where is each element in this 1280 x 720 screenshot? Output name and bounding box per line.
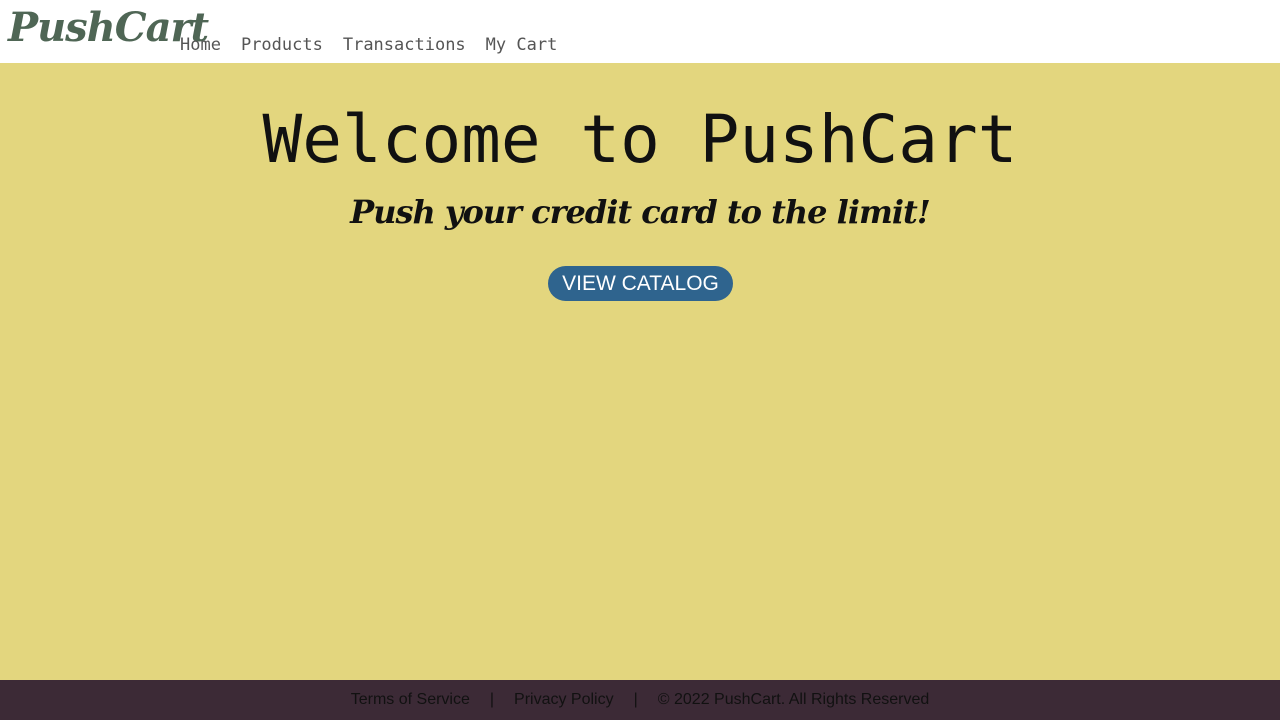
hero-section: Welcome to PushCart Push your credit car… [0, 63, 1280, 680]
copyright-text: © 2022 PushCart. All Rights Reserved [657, 691, 930, 708]
hero-title: Welcome to PushCart [262, 101, 1018, 178]
footer-separator: | [489, 691, 495, 708]
nav-transactions-link[interactable]: Transactions [343, 32, 466, 58]
site-header: PushCart Home Products Transactions My C… [0, 0, 1280, 63]
view-catalog-button[interactable]: VIEW CATALOG [548, 266, 733, 301]
nav-products-link[interactable]: Products [241, 32, 323, 58]
hero-tagline: Push your credit card to the limit! [350, 193, 931, 231]
main-nav: Home Products Transactions My Cart [180, 32, 557, 58]
privacy-policy-link[interactable]: Privacy Policy [514, 691, 614, 709]
site-footer: Terms of Service | Privacy Policy | © 20… [0, 680, 1280, 720]
footer-links: Terms of Service | Privacy Policy | © 20… [0, 680, 1280, 720]
site-logo[interactable]: PushCart [8, 2, 209, 54]
terms-of-service-link[interactable]: Terms of Service [351, 691, 470, 709]
footer-separator: | [633, 691, 638, 708]
nav-home-link[interactable]: Home [180, 32, 221, 58]
nav-cart-link[interactable]: My Cart [486, 32, 558, 58]
